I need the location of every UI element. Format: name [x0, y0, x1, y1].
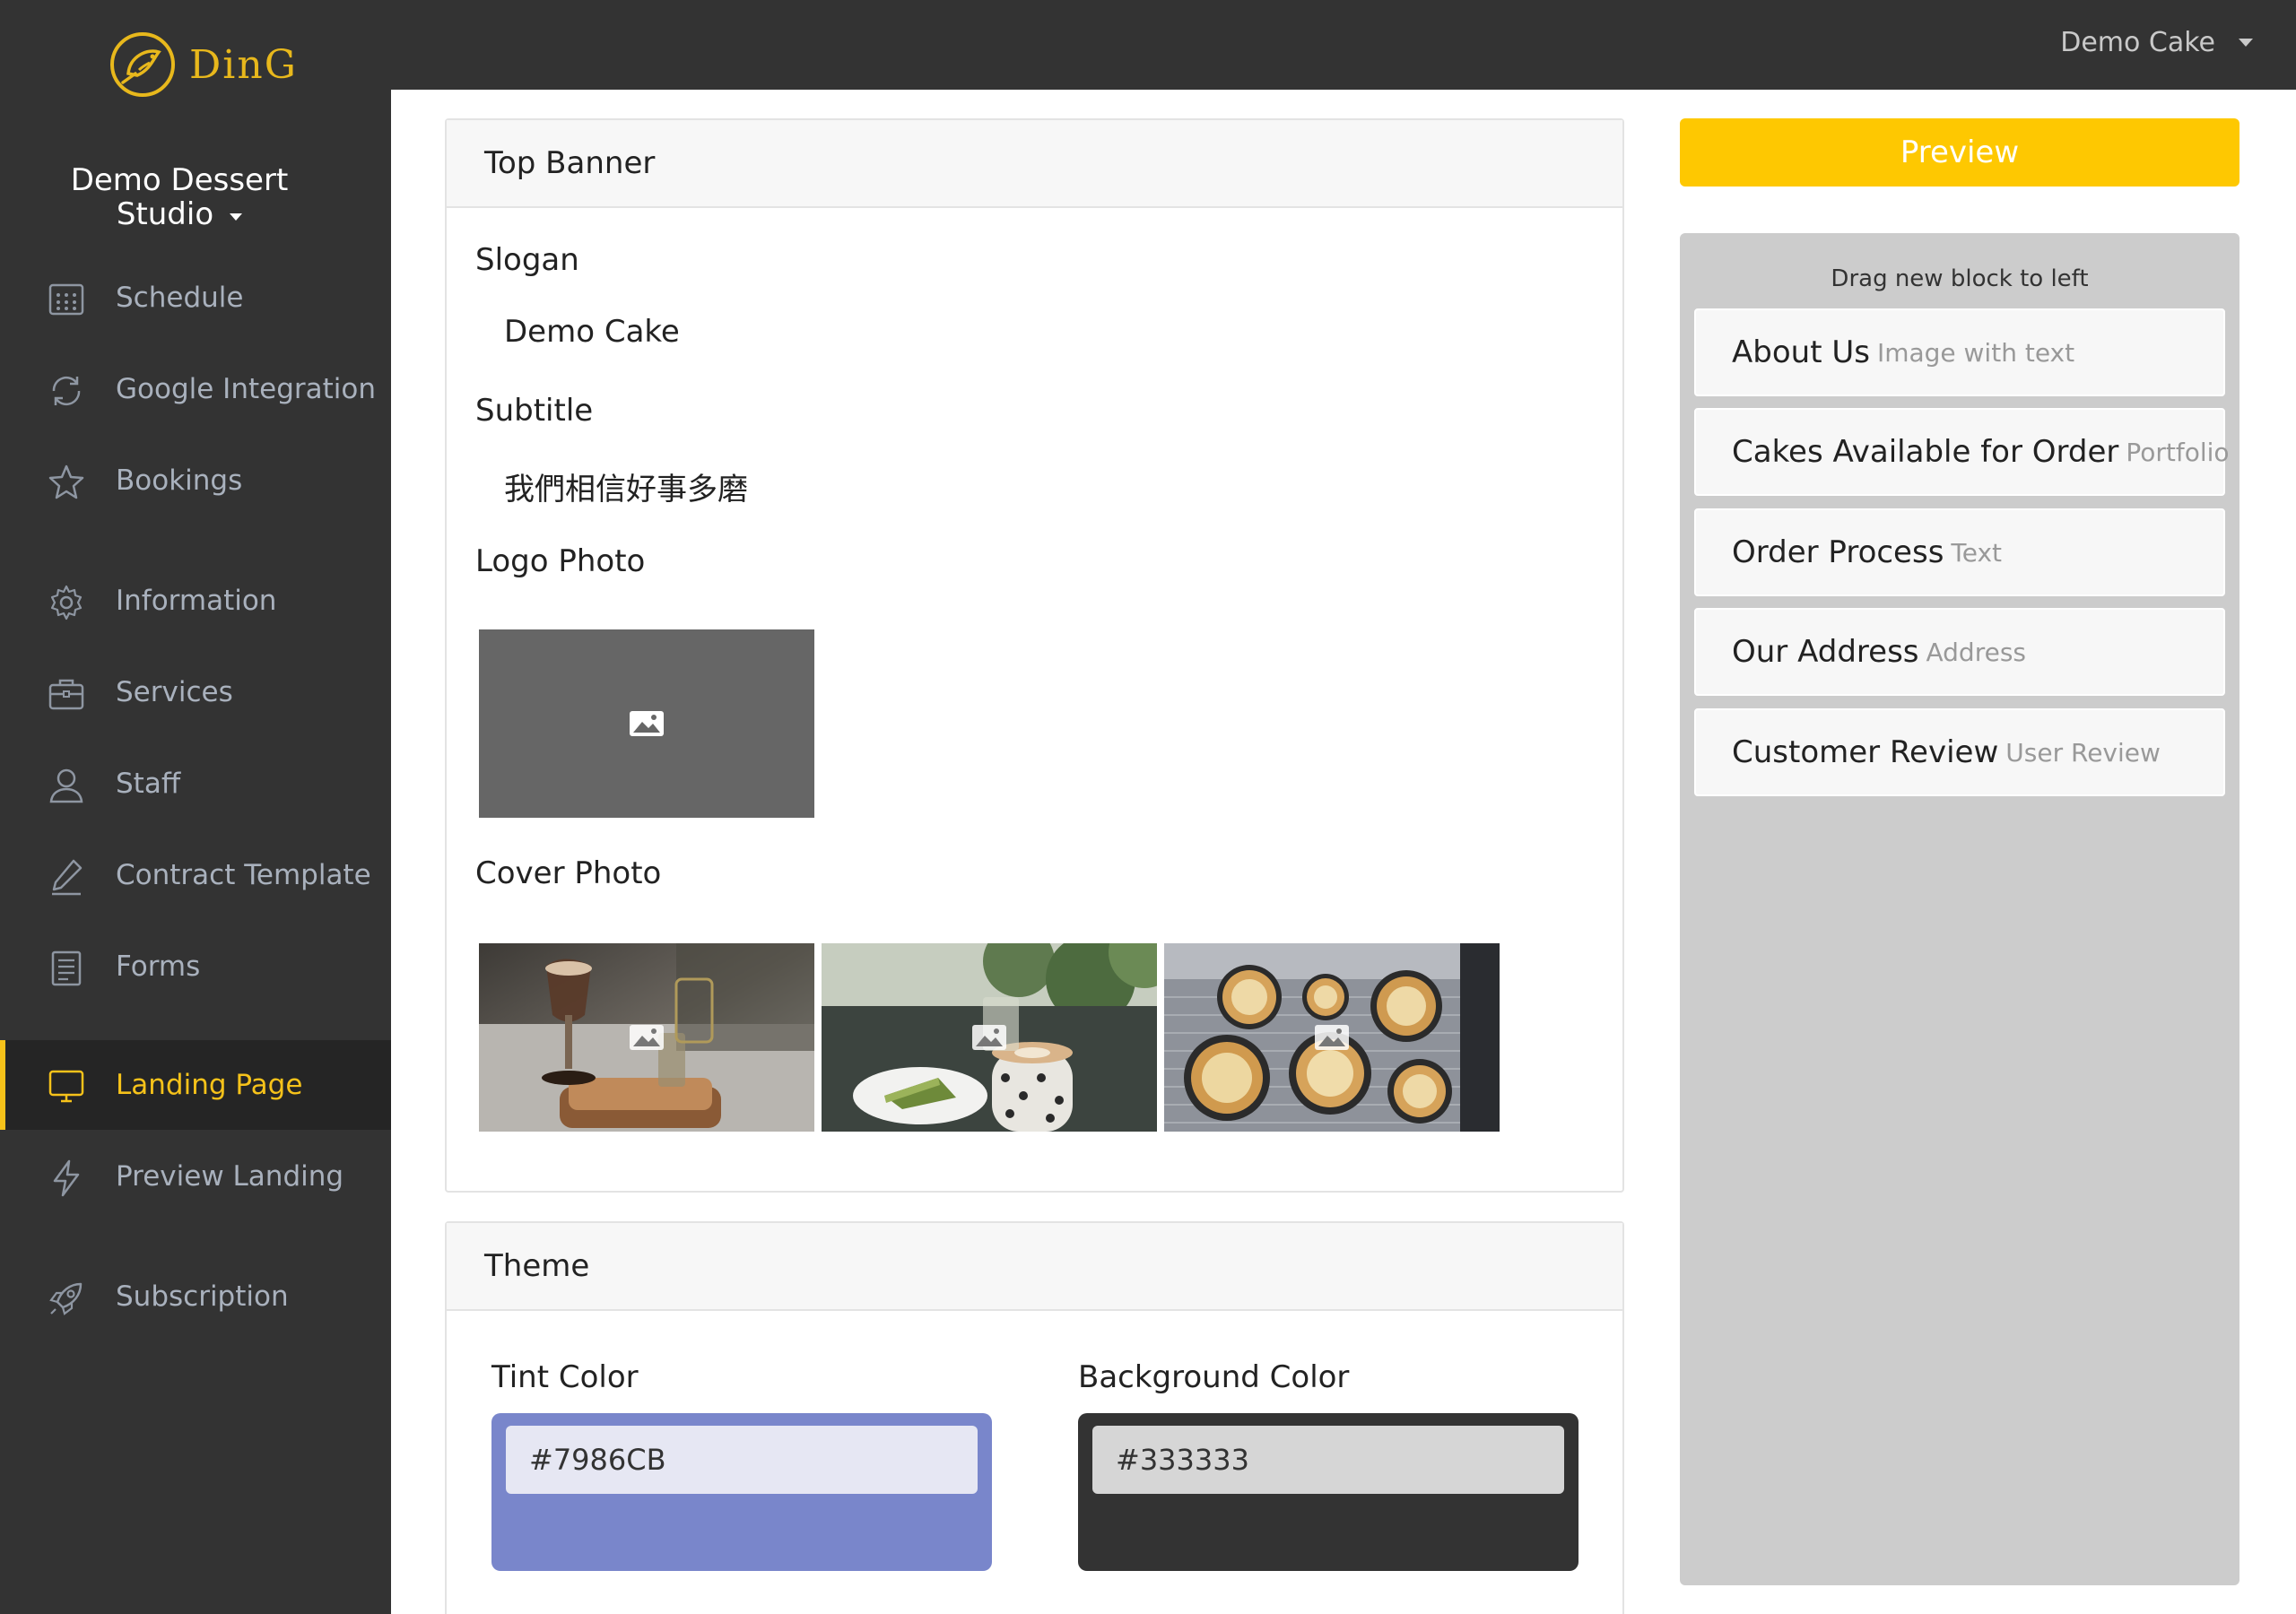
image-icon [1315, 1025, 1349, 1050]
sync-icon [52, 376, 81, 406]
block-name: Cakes Available for Order [1732, 434, 2119, 470]
sidebar-item-label: Contract Template [116, 859, 371, 891]
drag-hint: Drag new block to left [1831, 265, 2089, 292]
block-cakes-available[interactable]: Cakes Available for Order Portfolio [1694, 408, 2230, 496]
sidebar-item-google-integration[interactable]: Google Integration [0, 344, 391, 434]
sidebar-item-label: Information [116, 585, 277, 617]
sidebar-item-landing-page[interactable]: Landing Page [0, 1040, 391, 1130]
block-name: About Us [1732, 334, 1870, 370]
brand-name: DinG [189, 41, 298, 88]
sidebar-item-label: Google Integration [116, 373, 376, 405]
rocket-icon [49, 1282, 83, 1315]
tint-color-swatch[interactable] [491, 1413, 992, 1571]
active-indicator [0, 1040, 5, 1130]
block-type: User Review [2005, 737, 2161, 768]
calendar-icon [48, 283, 84, 316]
user-icon [49, 768, 83, 803]
image-icon [972, 1025, 1006, 1050]
subtitle-label: Subtitle [475, 393, 594, 429]
background-color-swatch[interactable] [1078, 1413, 1578, 1571]
slogan-field[interactable]: Demo Cake [504, 314, 680, 350]
block-order-process[interactable]: Order Process Text [1694, 508, 2225, 596]
sidebar-item-forms[interactable]: Forms [0, 922, 391, 1011]
star-icon [48, 464, 84, 499]
background-color-label: Background Color [1078, 1359, 1350, 1395]
sidebar: DinG Demo Dessert Studio Schedule Google… [0, 0, 391, 1614]
block-name: Customer Review [1732, 734, 1999, 770]
sidebar-item-label: Landing Page [116, 1069, 303, 1101]
sidebar-item-services[interactable]: Services [0, 647, 391, 737]
sidebar-item-label: Subscription [116, 1280, 289, 1313]
sidebar-item-preview-landing[interactable]: Preview Landing [0, 1132, 391, 1221]
slogan-label: Slogan [475, 242, 579, 278]
studio-selector[interactable]: Demo Dessert Studio [0, 163, 359, 231]
sidebar-item-label: Preview Landing [116, 1160, 344, 1193]
sidebar-item-label: Staff [116, 768, 181, 800]
bird-logo-icon [110, 32, 175, 97]
block-name: Order Process [1732, 534, 1944, 570]
cover-photo-label: Cover Photo [475, 855, 662, 891]
block-our-address[interactable]: Our Address Address [1694, 608, 2225, 696]
sidebar-item-information[interactable]: Information [0, 556, 391, 646]
card-title: Theme [447, 1223, 1622, 1311]
subtitle-field[interactable]: 我們相信好事多磨 [504, 464, 748, 508]
sidebar-item-contract-template[interactable]: Contract Template [0, 830, 391, 920]
image-icon [630, 1025, 664, 1050]
block-type: Portfolio [2126, 437, 2230, 467]
sidebar-item-label: Schedule [116, 282, 244, 314]
block-about-us[interactable]: About Us Image with text [1694, 308, 2225, 396]
card-title: Top Banner [447, 120, 1622, 208]
cover-photo-2[interactable] [822, 943, 1157, 1132]
document-icon [51, 950, 82, 986]
gear-icon [50, 585, 83, 620]
preview-button[interactable]: Preview [1680, 118, 2239, 187]
user-name: Demo Cake [2060, 27, 2215, 58]
block-palette: Drag new block to left About Us Image wi… [1680, 233, 2239, 1585]
sidebar-item-subscription[interactable]: Subscription [0, 1252, 391, 1341]
tint-color-input[interactable] [506, 1426, 978, 1494]
logo-photo-label: Logo Photo [475, 543, 646, 579]
block-type: Address [1926, 637, 2027, 667]
block-name: Our Address [1732, 634, 1919, 670]
cover-photo-3[interactable] [1164, 943, 1500, 1132]
studio-name-line2: Studio [116, 196, 214, 232]
chevron-down-icon [2239, 39, 2253, 47]
cover-photo-1[interactable] [479, 943, 814, 1132]
image-icon [630, 711, 664, 736]
top-banner-card: Top Banner Slogan Demo Cake Subtitle 我們相… [445, 118, 1624, 1193]
sidebar-item-label: Forms [116, 950, 201, 983]
block-customer-review[interactable]: Customer Review User Review [1694, 708, 2225, 796]
sidebar-item-label: Bookings [116, 464, 243, 497]
block-type: Text [1951, 537, 2003, 568]
pen-icon [52, 859, 83, 896]
briefcase-icon [48, 679, 84, 710]
sidebar-item-staff[interactable]: Staff [0, 739, 391, 829]
monitor-icon [48, 1070, 84, 1103]
tint-color-label: Tint Color [491, 1359, 639, 1395]
sidebar-item-bookings[interactable]: Bookings [0, 436, 391, 525]
theme-card: Theme Tint Color Background Color [445, 1221, 1624, 1614]
user-menu[interactable]: Demo Cake [2060, 27, 2253, 58]
block-type: Image with text [1876, 337, 2075, 368]
background-color-input[interactable] [1092, 1426, 1564, 1494]
logo-photo-upload[interactable] [479, 629, 814, 818]
brand-logo[interactable]: DinG [103, 29, 298, 100]
sidebar-item-label: Services [116, 676, 233, 708]
chevron-down-icon [230, 213, 243, 221]
sidebar-item-schedule[interactable]: Schedule [0, 253, 391, 343]
studio-name-line1: Demo Dessert [70, 162, 289, 198]
lightning-icon [53, 1159, 80, 1197]
